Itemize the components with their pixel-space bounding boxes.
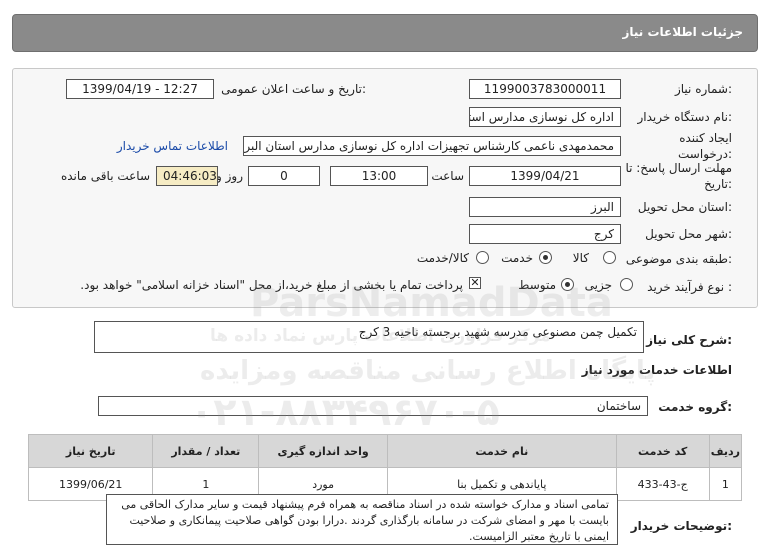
col-header-unit: واحد اندازه گیری [258, 434, 388, 468]
remaining-time-label: ساعت باقی مانده [60, 169, 150, 183]
days-field[interactable]: 0 [248, 166, 320, 186]
services-title: اطلاعات خدمات مورد نیاز [581, 363, 732, 377]
process-medium-radio[interactable] [561, 278, 574, 291]
need-summary-field[interactable]: تکمیل چمن مصنوعی مدرسه شهید برجسته ناحیه… [94, 321, 644, 353]
province-label: استان محل تحویل: [637, 200, 732, 214]
need-number-field[interactable]: 1199003783000011 [469, 79, 621, 99]
need-summary-label: شرح کلی نیاز: [646, 333, 732, 347]
col-header-row-number: ردیف [708, 434, 743, 468]
buyer-notes-label: توضیحات خریدار: [630, 519, 732, 533]
process-minor-radio[interactable] [620, 278, 633, 291]
table-header-row: ردیف کد خدمت نام خدمت واحد اندازه گیری ت… [27, 434, 743, 468]
services-table: ردیف کد خدمت نام خدمت واحد اندازه گیری ت… [27, 434, 743, 501]
col-header-service-code: کد خدمت [615, 434, 710, 468]
buyer-label: نام دستگاه خریدار: [637, 110, 733, 124]
remaining-time-field: 04:46:03 [156, 166, 218, 186]
province-field[interactable]: البرز [469, 197, 621, 217]
treasury-checkbox[interactable]: ✕ [469, 277, 481, 289]
creator-field[interactable]: محمدمهدی ناعمی کارشناس تجهیزات اداره کل … [243, 136, 621, 156]
category-goods-service-label: کالا/خدمت [416, 251, 469, 265]
city-field[interactable]: کرج [469, 224, 621, 244]
buyer-field[interactable]: اداره کل نوسازی مدارس استان البرز [469, 107, 621, 127]
buyer-contact-link[interactable]: اطلاعات تماس خریدار [117, 139, 228, 153]
category-service-label: خدمت [501, 251, 533, 265]
service-group-field[interactable]: ساختمان [98, 396, 648, 416]
deadline-date-field[interactable]: 1399/04/21 [469, 166, 621, 186]
page-title: جزئیات اطلاعات نیاز [622, 25, 743, 39]
buyer-notes-field[interactable]: تمامی اسناد و مدارک خواسته شده در اسناد … [106, 494, 618, 545]
process-medium-label: متوسط [518, 278, 556, 292]
col-header-need-date: تاریخ نیاز [27, 434, 154, 468]
category-label: طبقه بندی موضوعی: [625, 252, 732, 266]
deadline-time-label: ساعت [431, 169, 464, 183]
service-group-label: گروه خدمت: [658, 400, 732, 414]
process-minor-label: جزیی [584, 278, 612, 292]
cell-row-number: 1 [708, 467, 743, 501]
category-goods-service-radio[interactable] [476, 251, 489, 264]
payment-note: پرداخت تمام یا بخشی از مبلغ خرید،از محل … [80, 278, 463, 292]
col-header-quantity: تعداد / مقدار [152, 434, 260, 468]
city-label: شهر محل تحویل: [645, 227, 732, 241]
category-goods-label: کالا [572, 251, 589, 265]
announce-date-label: تاریخ و ساعت اعلان عمومی: [221, 82, 366, 96]
days-label: روز و [216, 169, 243, 183]
process-label: نوع فرآیند خرید : [647, 280, 732, 294]
creator-label: ایجاد کننده درخواست: [678, 131, 732, 161]
col-header-service-name: نام خدمت [387, 434, 617, 468]
page-header: جزئیات اطلاعات نیاز [12, 14, 758, 52]
deadline-time-field[interactable]: 13:00 [330, 166, 428, 186]
cell-service-code: ج-43-433 [615, 467, 710, 501]
need-number-label: شماره نیاز: [674, 82, 732, 96]
category-service-radio[interactable] [539, 251, 552, 264]
category-goods-radio[interactable] [603, 251, 616, 264]
deadline-label: مهلت ارسال پاسخ: تا تاریخ: [625, 161, 732, 191]
announce-date-field[interactable]: 1399/04/19 - 12:27 [66, 79, 214, 99]
